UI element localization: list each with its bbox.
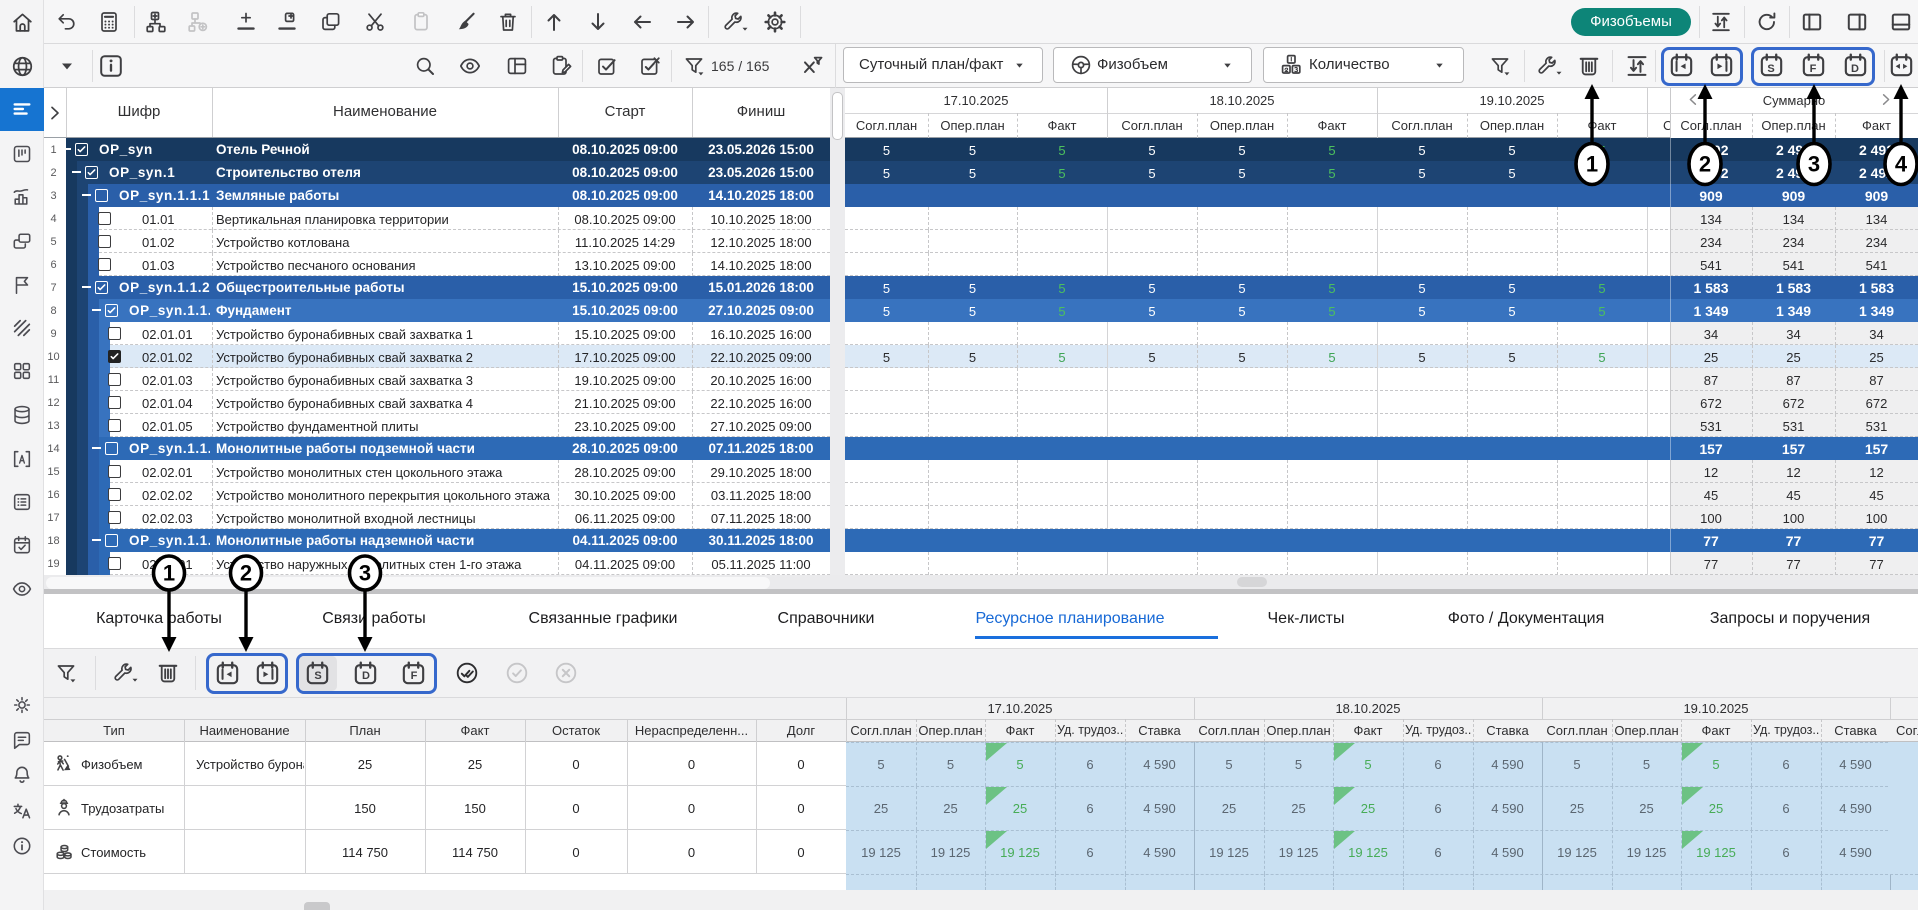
svg-text:4: 4 <box>1895 152 1908 177</box>
svg-text:2: 2 <box>1699 152 1711 177</box>
svg-text:3: 3 <box>1808 152 1820 177</box>
svg-text:1: 1 <box>163 561 175 586</box>
svg-text:1: 1 <box>1586 152 1598 177</box>
svg-text:3: 3 <box>359 561 371 586</box>
svg-text:2: 2 <box>240 561 252 586</box>
